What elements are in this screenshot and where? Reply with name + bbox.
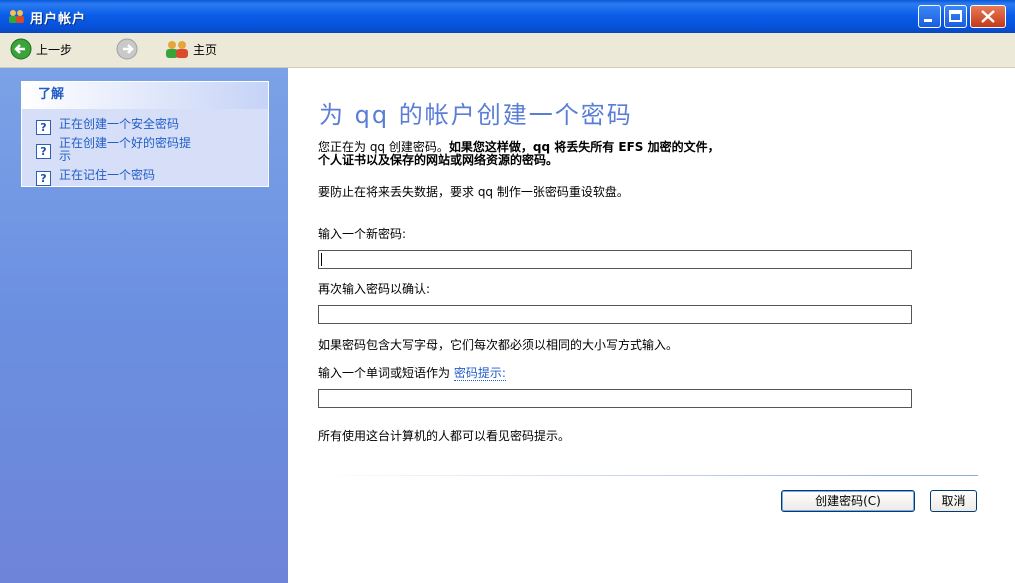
sidebar-item-label-line1: 正在创建一个好的密码提: [59, 136, 192, 150]
sidebar-item-remember-password[interactable]: ? 正在记住一个密码: [36, 169, 155, 186]
efs-warning: 您正在为 qq 创建密码。如果您这样做，qq 将丢失所有 EFS 加密的文件， …: [318, 141, 720, 167]
page-title: 为 qq 的帐户创建一个密码: [319, 101, 633, 129]
sidebar-item-password-hint[interactable]: ? 正在创建一个好的密码提 示: [36, 137, 191, 163]
close-button[interactable]: [970, 5, 1006, 28]
navigation-toolbar: 上一步 主页: [0, 33, 1015, 68]
cancel-button[interactable]: 取消: [930, 490, 977, 512]
sidebar-item-label: 正在创建一个安全密码: [59, 117, 180, 131]
window-title: 用户帐户: [30, 12, 87, 27]
hint-visibility-note: 所有使用这台计算机的人都可以看见密码提示。: [318, 429, 571, 443]
help-icon: ?: [36, 120, 51, 135]
minimize-icon: [924, 19, 932, 22]
home-users-icon: [166, 41, 188, 58]
sidebar-item-secure-password[interactable]: ? 正在创建一个安全密码: [36, 118, 179, 135]
text-caret: [321, 253, 322, 266]
sidebar-item-label: 正在创建一个好的密码提 示: [59, 137, 191, 163]
learn-panel-header: 了解: [22, 82, 268, 109]
new-password-label: 输入一个新密码:: [318, 227, 407, 241]
title-bar[interactable]: 用户帐户: [0, 0, 1015, 33]
hint-label-prefix: 输入一个单词或短语作为: [318, 366, 451, 380]
back-label: 上一步: [36, 42, 73, 57]
confirm-password-label: 再次输入密码以确认:: [318, 282, 431, 296]
sidebar-item-label: 正在记住一个密码: [59, 168, 156, 182]
forward-button[interactable]: [116, 37, 138, 61]
home-label: 主页: [193, 42, 218, 57]
reset-disk-note: 要防止在将来丢失数据，要求 qq 制作一张密码重设软盘。: [318, 185, 629, 199]
confirm-password-input[interactable]: [318, 305, 912, 324]
maximize-button[interactable]: [944, 5, 967, 28]
learn-panel: 了解 ? 正在创建一个安全密码 ? 正在创建一个好的密码提 示 ? 正在记住一个…: [21, 81, 269, 187]
case-sensitivity-note: 如果密码包含大写字母，它们每次都必须以相同的大小写方式输入。: [318, 338, 679, 352]
minimize-button[interactable]: [918, 5, 941, 28]
home-button[interactable]: 主页: [165, 37, 217, 61]
user-accounts-window: 用户帐户 上一步 主页 了解 ? 正在创建一个安全密码 ? 正在创建一个好的密码…: [0, 0, 1015, 583]
create-password-button[interactable]: 创建密码(C): [781, 490, 915, 512]
warning-bold-line1: 如果您这样做，qq 将丢失所有 EFS 加密的文件，: [448, 140, 720, 154]
new-password-input[interactable]: [318, 250, 912, 269]
users-icon: [9, 10, 24, 23]
help-icon: ?: [36, 144, 51, 159]
password-hint-link[interactable]: 密码提示:: [453, 366, 506, 381]
sidebar: 了解 ? 正在创建一个安全密码 ? 正在创建一个好的密码提 示 ? 正在记住一个…: [0, 68, 288, 583]
warning-bold-line2: 个人证书以及保存的网站或网络资源的密码。: [318, 153, 559, 167]
forward-arrow-icon: [116, 38, 138, 60]
warning-prefix: 您正在为 qq 创建密码。: [318, 140, 449, 154]
help-icon: ?: [36, 171, 51, 186]
maximize-icon: [949, 10, 962, 22]
sidebar-item-label-line2: 示: [59, 149, 72, 163]
back-button[interactable]: 上一步: [10, 37, 72, 61]
back-arrow-icon: [10, 38, 32, 60]
close-icon: [981, 10, 995, 23]
main-content: 为 qq 的帐户创建一个密码 您正在为 qq 创建密码。如果您这样做，qq 将丢…: [288, 68, 1015, 583]
password-hint-input[interactable]: [318, 389, 912, 408]
password-hint-label: 输入一个单词或短语作为 密码提示:: [318, 366, 506, 381]
separator: [318, 475, 978, 476]
